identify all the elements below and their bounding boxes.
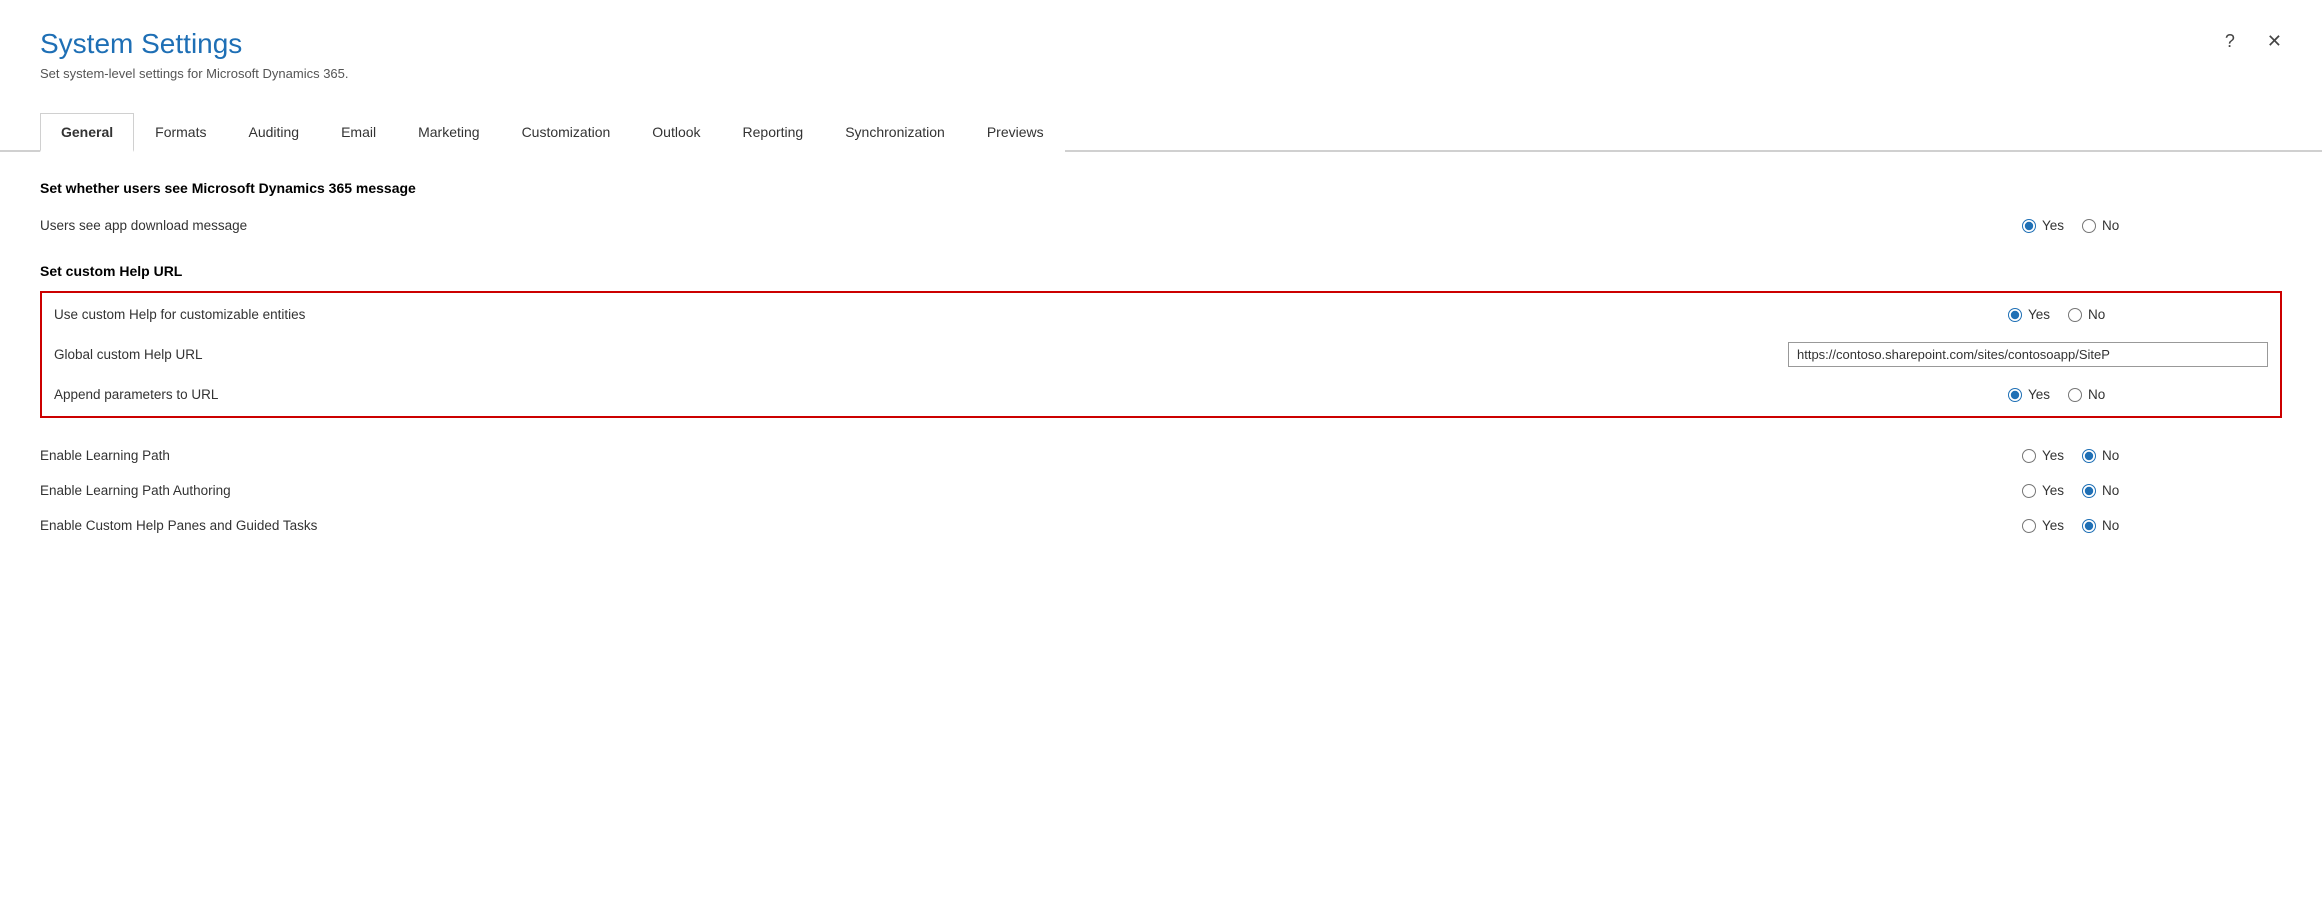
global-help-url-label: Global custom Help URL <box>54 347 1788 362</box>
global-help-url-row: Global custom Help URL <box>42 332 2280 377</box>
settings-content: Set whether users see Microsoft Dynamics… <box>0 152 2322 917</box>
learning-path-control: Yes No <box>2022 448 2282 463</box>
use-custom-help-row: Use custom Help for customizable entitie… <box>42 297 2280 332</box>
use-custom-help-yes-radio[interactable] <box>2008 308 2022 322</box>
tab-email[interactable]: Email <box>320 113 397 152</box>
learning-path-authoring-no-label: No <box>2102 483 2119 498</box>
append-params-yes-label: Yes <box>2028 387 2050 402</box>
custom-help-highlighted: Use custom Help for customizable entitie… <box>40 291 2282 418</box>
learning-path-label: Enable Learning Path <box>40 448 2022 463</box>
learning-path-no-label: No <box>2102 448 2119 463</box>
append-params-yes-radio[interactable] <box>2008 388 2022 402</box>
learning-path-authoring-row: Enable Learning Path Authoring Yes No <box>40 473 2282 508</box>
append-params-control: Yes No <box>2008 387 2268 402</box>
app-download-control: Yes No <box>2022 218 2282 233</box>
append-params-yes-group: Yes <box>2008 387 2050 402</box>
use-custom-help-no-radio[interactable] <box>2068 308 2082 322</box>
dynamics-message-section: Set whether users see Microsoft Dynamics… <box>40 180 2282 243</box>
system-settings-dialog: System Settings Set system-level setting… <box>0 0 2322 917</box>
learning-path-no-group: No <box>2082 448 2119 463</box>
tab-outlook[interactable]: Outlook <box>631 113 721 152</box>
use-custom-help-no-group: No <box>2068 307 2105 322</box>
use-custom-help-no-label: No <box>2088 307 2105 322</box>
learning-path-authoring-yes-radio[interactable] <box>2022 484 2036 498</box>
dialog-controls: ? ✕ <box>2217 28 2290 54</box>
custom-help-panes-yes-label: Yes <box>2042 518 2064 533</box>
custom-help-panes-no-radio[interactable] <box>2082 519 2096 533</box>
custom-help-panes-control: Yes No <box>2022 518 2282 533</box>
learning-path-row: Enable Learning Path Yes No <box>40 438 2282 473</box>
dynamics-message-title: Set whether users see Microsoft Dynamics… <box>40 180 2282 196</box>
learning-path-authoring-control: Yes No <box>2022 483 2282 498</box>
app-download-label: Users see app download message <box>40 218 2022 233</box>
custom-help-panes-label: Enable Custom Help Panes and Guided Task… <box>40 518 2022 533</box>
app-download-row: Users see app download message Yes No <box>40 208 2282 243</box>
learning-path-authoring-yes-label: Yes <box>2042 483 2064 498</box>
custom-help-panes-yes-radio[interactable] <box>2022 519 2036 533</box>
global-help-url-input[interactable] <box>1788 342 2268 367</box>
dialog-title: System Settings <box>40 28 2282 60</box>
append-params-label: Append parameters to URL <box>54 387 2008 402</box>
custom-help-panes-no-group: No <box>2082 518 2119 533</box>
dialog-header: System Settings Set system-level setting… <box>0 0 2322 97</box>
custom-help-panes-no-label: No <box>2102 518 2119 533</box>
global-help-url-control <box>1788 342 2268 367</box>
learning-path-authoring-no-radio[interactable] <box>2082 484 2096 498</box>
append-params-row: Append parameters to URL Yes No <box>42 377 2280 412</box>
use-custom-help-yes-group: Yes <box>2008 307 2050 322</box>
append-params-no-radio[interactable] <box>2068 388 2082 402</box>
tab-customization[interactable]: Customization <box>501 113 632 152</box>
learning-section: Enable Learning Path Yes No Enable Learn… <box>40 438 2282 543</box>
learning-path-yes-group: Yes <box>2022 448 2064 463</box>
learning-path-yes-label: Yes <box>2042 448 2064 463</box>
tab-previews[interactable]: Previews <box>966 113 1065 152</box>
app-download-yes-label: Yes <box>2042 218 2064 233</box>
help-button[interactable]: ? <box>2217 28 2243 54</box>
tab-synchronization[interactable]: Synchronization <box>824 113 966 152</box>
tab-reporting[interactable]: Reporting <box>722 113 825 152</box>
append-params-no-label: No <box>2088 387 2105 402</box>
custom-help-panes-row: Enable Custom Help Panes and Guided Task… <box>40 508 2282 543</box>
app-download-yes-group: Yes <box>2022 218 2064 233</box>
app-download-no-radio[interactable] <box>2082 219 2096 233</box>
tab-formats[interactable]: Formats <box>134 113 227 152</box>
use-custom-help-control: Yes No <box>2008 307 2268 322</box>
app-download-yes-radio[interactable] <box>2022 219 2036 233</box>
custom-help-section: Set custom Help URL Use custom Help for … <box>40 263 2282 418</box>
learning-path-authoring-yes-group: Yes <box>2022 483 2064 498</box>
custom-help-title: Set custom Help URL <box>40 263 2282 279</box>
custom-help-panes-yes-group: Yes <box>2022 518 2064 533</box>
use-custom-help-label: Use custom Help for customizable entitie… <box>54 307 2008 322</box>
close-button[interactable]: ✕ <box>2259 28 2290 54</box>
tabs-bar: GeneralFormatsAuditingEmailMarketingCust… <box>0 113 2322 152</box>
append-params-no-group: No <box>2068 387 2105 402</box>
tab-general[interactable]: General <box>40 113 134 152</box>
learning-path-yes-radio[interactable] <box>2022 449 2036 463</box>
app-download-no-label: No <box>2102 218 2119 233</box>
tab-marketing[interactable]: Marketing <box>397 113 500 152</box>
use-custom-help-yes-label: Yes <box>2028 307 2050 322</box>
learning-path-no-radio[interactable] <box>2082 449 2096 463</box>
learning-path-authoring-label: Enable Learning Path Authoring <box>40 483 2022 498</box>
app-download-no-group: No <box>2082 218 2119 233</box>
dialog-subtitle: Set system-level settings for Microsoft … <box>40 66 2282 81</box>
tab-auditing[interactable]: Auditing <box>227 113 320 152</box>
learning-path-authoring-no-group: No <box>2082 483 2119 498</box>
